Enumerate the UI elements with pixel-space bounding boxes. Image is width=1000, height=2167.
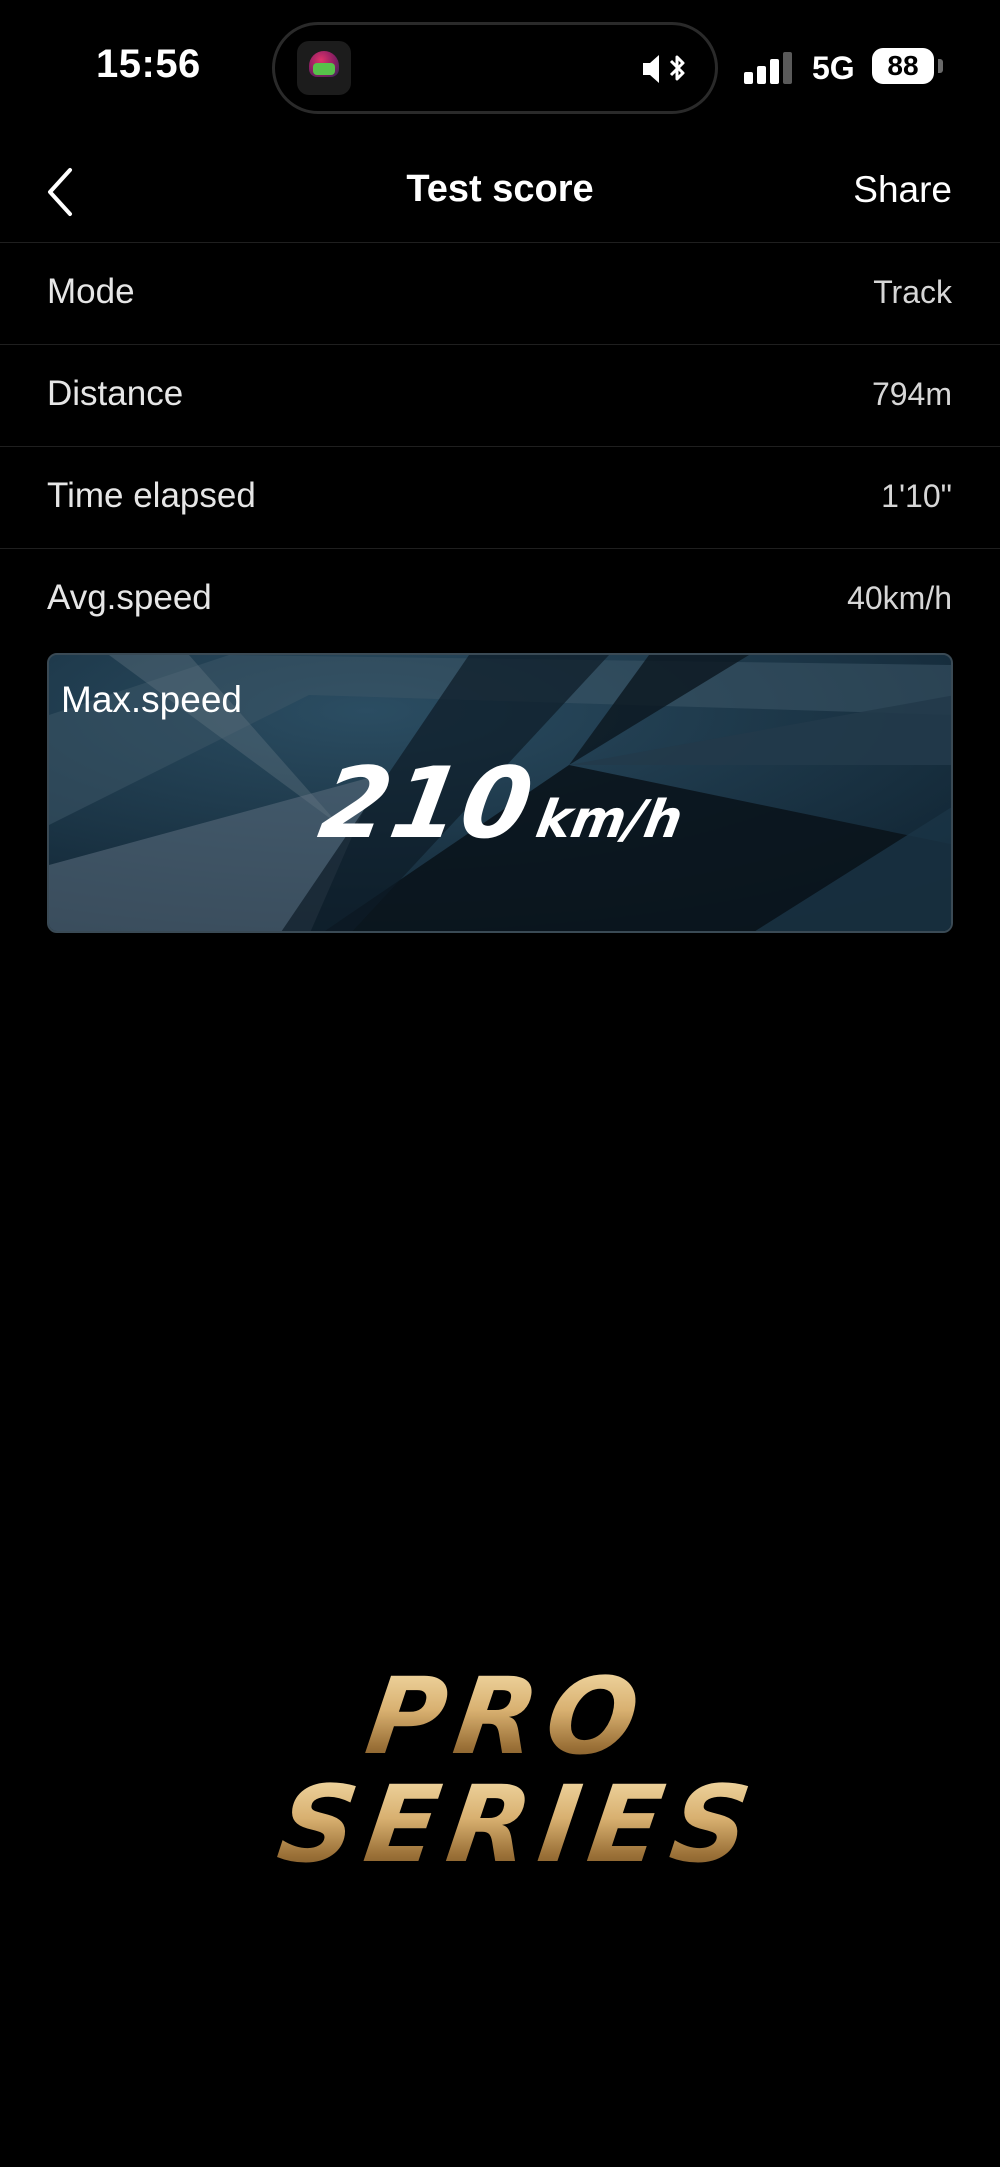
stat-value: 40km/h (847, 580, 952, 616)
mute-bluetooth-icon (643, 55, 685, 83)
page-title: Test score (406, 168, 594, 210)
status-time: 15:56 (96, 42, 201, 86)
stats-list: Mode Track Distance 794m Time elapsed 1'… (0, 243, 1000, 649)
status-bar: 15:56 5G 88 (0, 0, 1000, 140)
max-speed-card: Max.speed 210km/h (47, 653, 953, 933)
stat-label: Mode (47, 272, 135, 311)
brand-line-pro: PRO (359, 1655, 657, 1778)
brand-line-series: SERIES (271, 1763, 768, 1886)
battery-nub (938, 59, 943, 73)
pro-series-logo: PRO SERIES (250, 1655, 767, 1886)
stat-row-distance: Distance 794m (0, 345, 1000, 447)
stat-label: Avg.speed (47, 578, 212, 617)
stat-row-avg-speed: Avg.speed 40km/h (0, 549, 1000, 649)
max-speed-readout: 210km/h (49, 747, 951, 861)
stat-label: Distance (47, 374, 184, 413)
battery-icon: 88 (872, 48, 934, 84)
max-speed-unit: km/h (531, 790, 687, 850)
stat-row-time-elapsed: Time elapsed 1'10" (0, 447, 1000, 549)
stat-label: Time elapsed (47, 476, 256, 515)
share-button[interactable]: Share (853, 169, 952, 211)
stat-value: 794m (871, 376, 952, 412)
stat-value: 1'10" (881, 478, 952, 514)
max-speed-value: 210 (312, 747, 543, 861)
stat-row-mode: Mode Track (0, 243, 1000, 345)
app-helmet-icon[interactable] (297, 41, 351, 95)
dynamic-island[interactable] (272, 22, 718, 114)
max-speed-label: Max.speed (61, 679, 242, 720)
stat-value: Track (873, 274, 952, 310)
signal-icon (744, 52, 794, 84)
network-type: 5G (812, 50, 855, 86)
nav-bar: Test score Share (0, 140, 1000, 243)
